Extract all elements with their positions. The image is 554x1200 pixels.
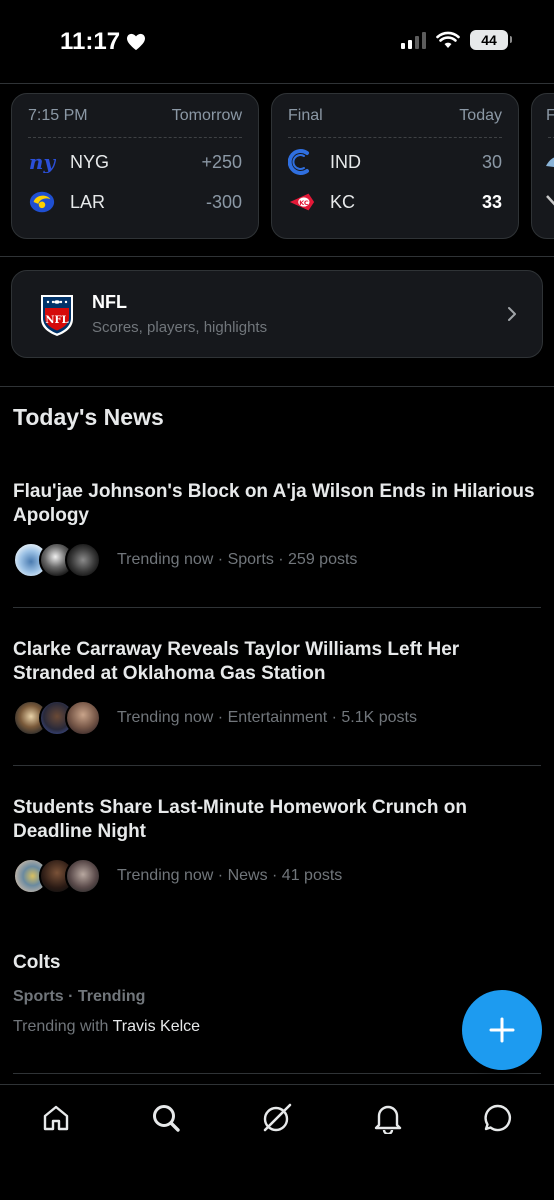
news-headline: Flau'jae Johnson's Block on A'ja Wilson …: [13, 481, 535, 526]
trend-category: Sports · Trending: [13, 988, 146, 1005]
team-odds: +250: [201, 151, 242, 172]
game-status: 7:15 PM: [28, 106, 88, 124]
scores-carousel[interactable]: 7:15 PM Tomorrow ny NYG +250 LAR -300 Fi…: [11, 93, 554, 241]
game-status: F: [546, 106, 554, 124]
news-item[interactable]: Clarke Carraway Reveals Taylor Williams …: [13, 638, 541, 736]
divider: [0, 386, 554, 387]
team-abbr: IND: [330, 151, 361, 172]
avatar-stack: [13, 858, 117, 894]
team-logo-partial: [544, 188, 554, 216]
chiefs-logo: KC: [288, 188, 316, 216]
heart-icon: [127, 33, 146, 51]
team-row: KC KC 33: [288, 182, 502, 222]
team-abbr: KC: [330, 191, 356, 212]
trend-title: Colts: [13, 952, 61, 973]
plus-icon: [489, 1017, 515, 1043]
battery-level: 44: [481, 32, 497, 48]
team-abbr: NYG: [70, 151, 110, 172]
battery-icon: 44: [470, 30, 512, 50]
avatar: [65, 700, 101, 736]
bottom-nav: [0, 1084, 554, 1200]
divider: [13, 607, 541, 608]
divider: [0, 256, 554, 257]
nfl-card-title: NFL: [92, 292, 127, 312]
score-card-nyg-lar[interactable]: 7:15 PM Tomorrow ny NYG +250 LAR -300: [11, 93, 259, 239]
nfl-card-text: NFL Scores, players, highlights: [92, 292, 504, 336]
trend-with-name: Travis Kelce: [112, 1018, 201, 1035]
status-time: 11:17: [60, 28, 146, 56]
signal-icon: [401, 31, 426, 49]
game-status: Final: [288, 106, 323, 124]
chevron-right-icon: [508, 307, 516, 321]
news-meta-text: Trending now · Entertainment · 5.1K post…: [117, 709, 417, 726]
news-headline: Students Share Last-Minute Homework Crun…: [13, 797, 467, 842]
score-card-ind-kc[interactable]: Final Today IND 30 KC KC 33: [271, 93, 519, 239]
divider: [13, 765, 541, 766]
team-score: 33: [481, 191, 502, 212]
team-row: IND 30: [288, 142, 502, 182]
avatar-stack: [13, 542, 117, 578]
time-text: 11:17: [60, 28, 121, 55]
home-icon[interactable]: [39, 1101, 73, 1135]
wifi-icon: [436, 31, 460, 48]
avatar: [65, 858, 101, 894]
rams-logo: [28, 188, 56, 216]
svg-text:ny: ny: [29, 151, 56, 173]
status-indicators: 44: [401, 30, 512, 50]
news-meta: Trending now · Sports · 259 posts: [13, 542, 541, 578]
team-row: [546, 182, 554, 222]
team-score: 30: [481, 151, 502, 172]
giants-logo: ny: [28, 148, 56, 176]
colts-logo: [288, 148, 316, 176]
team-logo-partial: [544, 148, 554, 176]
status-bar: 11:17 44: [0, 0, 554, 84]
news-item[interactable]: Students Share Last-Minute Homework Crun…: [13, 796, 541, 894]
score-card-header: F: [546, 94, 554, 138]
score-card-partial[interactable]: F: [531, 93, 554, 239]
nfl-shield-icon: NFL: [41, 295, 73, 336]
svg-text:KC: KC: [299, 199, 309, 207]
avatar: [65, 542, 101, 578]
messages-icon[interactable]: [481, 1101, 515, 1135]
game-day: Tomorrow: [171, 106, 242, 124]
news-meta-text: Trending now · Sports · 259 posts: [117, 551, 358, 568]
notifications-icon[interactable]: [371, 1101, 405, 1135]
divider: [13, 1073, 541, 1074]
nfl-card-subtitle: Scores, players, highlights: [92, 319, 268, 336]
score-card-header: 7:15 PM Tomorrow: [28, 94, 242, 138]
team-row: ny NYG +250: [28, 142, 242, 182]
nfl-hub-card[interactable]: NFL NFL Scores, players, highlights: [11, 270, 543, 358]
search-icon[interactable]: [149, 1101, 183, 1135]
trend-with-prefix: Trending with: [13, 1018, 113, 1035]
news-meta: Trending now · Entertainment · 5.1K post…: [13, 700, 541, 736]
section-title: Today's News: [13, 404, 164, 430]
team-row: LAR -300: [28, 182, 242, 222]
compose-button[interactable]: [462, 990, 542, 1070]
news-meta: Trending now · News · 41 posts: [13, 858, 541, 894]
team-row: [546, 142, 554, 182]
team-abbr: LAR: [70, 191, 106, 212]
news-meta-text: Trending now · News · 41 posts: [117, 867, 343, 884]
divider: [0, 83, 554, 84]
news-headline: Clarke Carraway Reveals Taylor Williams …: [13, 639, 460, 684]
news-item[interactable]: Flau'jae Johnson's Block on A'ja Wilson …: [13, 480, 541, 578]
avatar-stack: [13, 700, 117, 736]
team-odds: -300: [205, 191, 242, 212]
game-day: Today: [459, 106, 502, 124]
svg-text:NFL: NFL: [45, 315, 68, 326]
grok-icon[interactable]: [260, 1101, 294, 1135]
score-card-header: Final Today: [288, 94, 502, 138]
